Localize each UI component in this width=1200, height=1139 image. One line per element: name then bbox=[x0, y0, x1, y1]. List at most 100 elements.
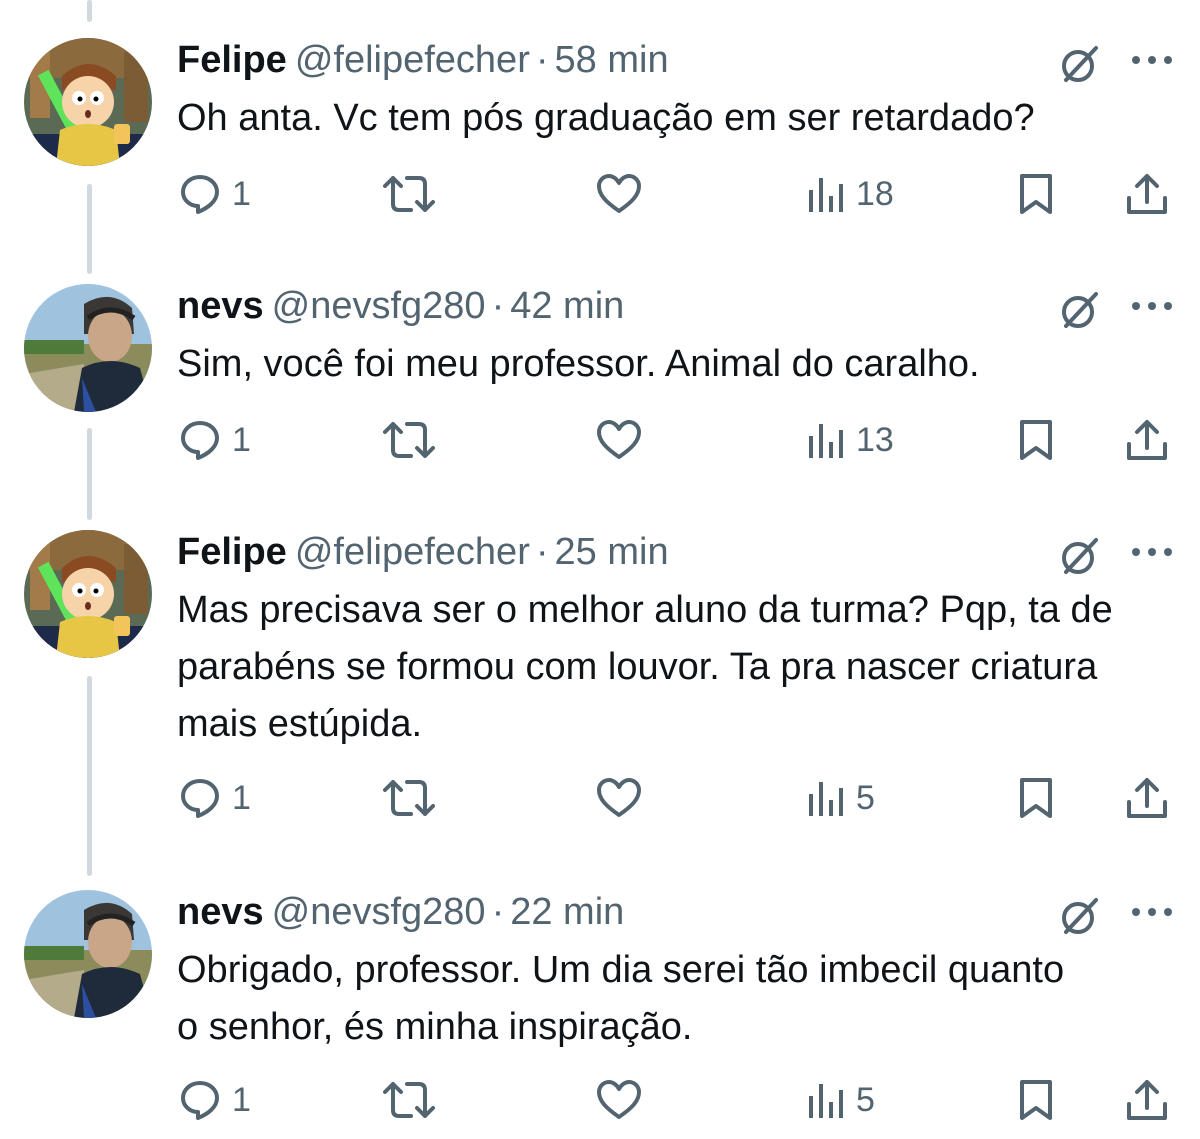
like-button[interactable] bbox=[596, 774, 652, 822]
avatar[interactable] bbox=[24, 890, 152, 1018]
reply-button[interactable]: 1 bbox=[178, 774, 251, 822]
grok-icon[interactable] bbox=[1056, 40, 1104, 88]
share-button[interactable] bbox=[1125, 416, 1169, 464]
reply-count: 1 bbox=[232, 420, 251, 459]
bookmark-button[interactable] bbox=[1016, 416, 1056, 464]
bookmark-button[interactable] bbox=[1016, 170, 1056, 218]
share-icon bbox=[1127, 778, 1167, 818]
avatar[interactable] bbox=[24, 38, 152, 166]
tweet-text: Oh anta. Vc tem pós graduação em ser ret… bbox=[177, 97, 1035, 139]
reply-count: 1 bbox=[232, 1080, 251, 1119]
timestamp[interactable]: 42 min bbox=[510, 285, 624, 327]
photo-avatar-image bbox=[24, 284, 152, 412]
tweet-text: Mas precisava ser o melhor aluno da turm… bbox=[177, 589, 1113, 745]
views-icon bbox=[809, 1084, 843, 1118]
separator: · bbox=[535, 39, 549, 81]
tweet-header: Felipe @felipefecher · 25 min bbox=[177, 530, 669, 574]
retweet-icon bbox=[383, 780, 435, 816]
bookmark-icon bbox=[1020, 778, 1052, 818]
grok-icon[interactable] bbox=[1056, 286, 1104, 334]
action-bar: 1 18 bbox=[0, 170, 1200, 218]
tweet-text: Sim, você foi meu professor. Animal do c… bbox=[177, 343, 980, 385]
view-count: 5 bbox=[856, 778, 875, 817]
retweet-icon bbox=[383, 422, 435, 458]
separator: · bbox=[491, 285, 505, 327]
retweet-icon bbox=[383, 176, 435, 212]
author-handle[interactable]: @felipefecher bbox=[295, 531, 530, 573]
bookmark-button[interactable] bbox=[1016, 774, 1056, 822]
action-bar: 1 5 bbox=[0, 774, 1200, 822]
bookmark-button[interactable] bbox=[1016, 1076, 1056, 1124]
share-icon bbox=[1127, 420, 1167, 460]
tweet-text: Obrigado, professor. Um dia serei tão im… bbox=[177, 949, 1065, 1048]
reply-count: 1 bbox=[232, 778, 251, 817]
author-name[interactable]: Felipe bbox=[177, 531, 287, 573]
grok-icon[interactable] bbox=[1056, 532, 1104, 580]
views-button[interactable]: 13 bbox=[806, 416, 894, 464]
views-icon bbox=[809, 424, 843, 458]
reply-button[interactable]: 1 bbox=[178, 170, 251, 218]
views-button[interactable]: 18 bbox=[806, 170, 894, 218]
tweet-header: nevs @nevsfg280 · 42 min bbox=[177, 284, 624, 328]
author-handle[interactable]: @nevsfg280 bbox=[272, 285, 486, 327]
tweet-header: nevs @nevsfg280 · 22 min bbox=[177, 890, 624, 934]
author-name[interactable]: Felipe bbox=[177, 39, 287, 81]
retweet-button[interactable] bbox=[383, 416, 445, 464]
retweet-button[interactable] bbox=[383, 774, 445, 822]
share-button[interactable] bbox=[1125, 1076, 1169, 1124]
thread-line bbox=[87, 0, 92, 22]
like-button[interactable] bbox=[596, 170, 652, 218]
reply-button[interactable]: 1 bbox=[178, 416, 251, 464]
timestamp[interactable]: 58 min bbox=[555, 39, 669, 81]
view-count: 13 bbox=[856, 420, 894, 459]
reply-icon bbox=[181, 779, 219, 818]
share-button[interactable] bbox=[1125, 170, 1169, 218]
view-count: 18 bbox=[856, 174, 894, 213]
more-options-icon[interactable] bbox=[1130, 546, 1174, 558]
heart-icon bbox=[597, 778, 641, 817]
bookmark-icon bbox=[1020, 420, 1052, 460]
separator: · bbox=[491, 891, 505, 933]
grok-icon[interactable] bbox=[1056, 892, 1104, 940]
author-handle[interactable]: @nevsfg280 bbox=[272, 891, 486, 933]
views-button[interactable]: 5 bbox=[806, 774, 875, 822]
views-icon bbox=[809, 178, 843, 212]
like-button[interactable] bbox=[596, 416, 652, 464]
timestamp[interactable]: 25 min bbox=[555, 531, 669, 573]
share-icon bbox=[1127, 1080, 1167, 1120]
views-icon bbox=[809, 782, 843, 816]
reply-button[interactable]: 1 bbox=[178, 1076, 251, 1124]
like-button[interactable] bbox=[596, 1076, 652, 1124]
action-bar: 1 5 bbox=[0, 1076, 1200, 1124]
cartoon-avatar-image bbox=[24, 38, 152, 166]
retweet-button[interactable] bbox=[383, 1076, 445, 1124]
heart-icon bbox=[597, 420, 641, 459]
timestamp[interactable]: 22 min bbox=[510, 891, 624, 933]
avatar[interactable] bbox=[24, 284, 152, 412]
view-count: 5 bbox=[856, 1080, 875, 1119]
heart-icon bbox=[597, 1080, 641, 1119]
bookmark-icon bbox=[1020, 174, 1052, 214]
heart-icon bbox=[597, 174, 641, 213]
share-icon bbox=[1127, 174, 1167, 214]
avatar[interactable] bbox=[24, 530, 152, 658]
photo-avatar-image bbox=[24, 890, 152, 1018]
retweet-button[interactable] bbox=[383, 170, 445, 218]
author-name[interactable]: nevs bbox=[177, 891, 264, 933]
more-options-icon[interactable] bbox=[1130, 300, 1174, 312]
author-name[interactable]: nevs bbox=[177, 285, 264, 327]
reply-count: 1 bbox=[232, 174, 251, 213]
action-bar: 1 13 bbox=[0, 416, 1200, 464]
cartoon-avatar-image bbox=[24, 530, 152, 658]
reply-icon bbox=[181, 1081, 219, 1120]
views-button[interactable]: 5 bbox=[806, 1076, 875, 1124]
separator: · bbox=[535, 531, 549, 573]
tweet-header: Felipe @felipefecher · 58 min bbox=[177, 38, 669, 82]
share-button[interactable] bbox=[1125, 774, 1169, 822]
author-handle[interactable]: @felipefecher bbox=[295, 39, 530, 81]
retweet-icon bbox=[383, 1082, 435, 1118]
more-options-icon[interactable] bbox=[1130, 906, 1174, 918]
reply-icon bbox=[181, 175, 219, 214]
more-options-icon[interactable] bbox=[1130, 54, 1174, 66]
bookmark-icon bbox=[1020, 1080, 1052, 1120]
